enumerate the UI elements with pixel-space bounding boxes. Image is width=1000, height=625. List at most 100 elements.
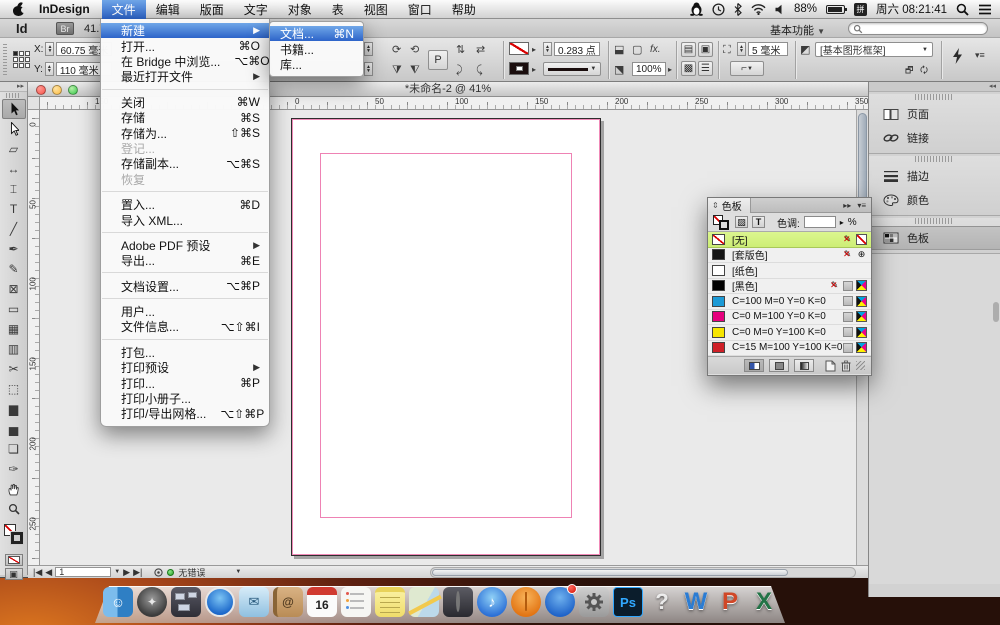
swatch-row[interactable]: [纸色] (708, 263, 871, 279)
menu-item[interactable]: 关闭⌘W (101, 95, 269, 110)
vertical-ruler[interactable]: 050100150200250 (28, 110, 40, 565)
menu-item[interactable]: 用户... (101, 304, 269, 319)
dock-app-ibooks[interactable] (511, 587, 541, 617)
dock-app-itunes[interactable]: ♪ (477, 587, 507, 617)
gradient-feather-tool[interactable]: ▅ (2, 419, 26, 439)
type-tool[interactable]: T (2, 199, 26, 219)
reference-point-proxy[interactable] (13, 51, 30, 68)
page-tool[interactable]: ▱ (2, 139, 26, 159)
submenu-item[interactable]: 书籍... (270, 41, 363, 56)
panel-button-色板[interactable]: 色板 (869, 226, 1000, 250)
proxy-point[interactable] (13, 51, 18, 56)
menu-item[interactable]: 在 Bridge 中浏览...⌥⌘O (101, 54, 269, 69)
menubar-item-视图[interactable]: 视图 (354, 0, 398, 19)
dock-app-launchpad[interactable]: ✦ (137, 587, 167, 617)
proxy-point[interactable] (25, 51, 30, 56)
swatch-row[interactable]: [黑色]✎ (708, 279, 871, 295)
preflight-status[interactable]: 无错误 (178, 566, 205, 579)
dock-app-powerpoint[interactable]: P (715, 587, 745, 617)
menubar-item-文件[interactable]: 文件 (102, 0, 146, 19)
dock-app-calendar[interactable]: 16 (307, 587, 337, 617)
menubar-item-表[interactable]: 表 (322, 0, 354, 19)
tint-arrow[interactable]: ▸ (840, 218, 844, 227)
x-stepper[interactable]: ▲▼ (45, 42, 54, 56)
wrap-none-button[interactable]: ▤ (681, 42, 696, 57)
previous-page-button[interactable]: ◀ (45, 567, 52, 578)
dock-app-photoshop[interactable]: Ps (613, 587, 643, 617)
wifi-icon[interactable] (751, 4, 766, 15)
delete-swatch-icon[interactable] (841, 360, 851, 372)
qq-icon[interactable] (690, 2, 703, 16)
panel-collapse-icon[interactable]: ▸▸ (843, 201, 851, 210)
rotate-cw-icon[interactable]: ⟳ (392, 45, 401, 56)
dock-app-missing-app[interactable]: ? (647, 587, 677, 617)
apply-none-button[interactable] (5, 554, 23, 566)
time-machine-icon[interactable] (712, 3, 725, 16)
proxy-point[interactable] (25, 57, 30, 62)
note-tool[interactable]: ❏ (2, 439, 26, 459)
menu-item[interactable]: 文件信息...⌥⇧⌘I (101, 319, 269, 334)
ruler-corner[interactable] (28, 97, 40, 110)
pen-tool[interactable]: ✒ (2, 239, 26, 259)
fill-stroke-proxy[interactable] (0, 522, 27, 552)
menu-item[interactable]: 存储为...⇧⌘S (101, 125, 269, 140)
minimize-window-button[interactable] (52, 85, 62, 95)
tab-swatches[interactable]: ⇕色板 (708, 198, 751, 213)
rotate-90cw-icon[interactable]: ⤸ (456, 65, 463, 76)
wrap-bounding-box-button[interactable]: ▣ (698, 42, 713, 57)
menu-item[interactable]: 打印/导出网格...⌥⇧⌘P (101, 406, 269, 421)
search-input[interactable] (848, 22, 988, 35)
style-new-icon[interactable]: 🗗 (905, 66, 913, 75)
menu-item[interactable]: 导入 XML... (101, 212, 269, 227)
menu-item[interactable]: 置入...⌘D (101, 197, 269, 212)
stroke-swatch[interactable] (509, 42, 529, 55)
menu-item[interactable]: 最近打开文件▶ (101, 69, 269, 84)
line-tool[interactable]: ╱ (2, 219, 26, 239)
page[interactable] (291, 118, 601, 556)
dock-app-mail[interactable]: ✉ (239, 587, 269, 617)
rotate-ccw-icon[interactable]: ⟲ (410, 45, 419, 56)
scissors-tool[interactable]: ✂ (2, 359, 26, 379)
stroke-weight-stepper[interactable]: ▲▼ (543, 42, 552, 56)
wrap-offset-field[interactable]: 5 毫米 (748, 42, 788, 56)
dock-app-finder[interactable]: ☺ (103, 587, 133, 617)
tint-field[interactable] (804, 216, 836, 228)
corner-options-dropdown[interactable]: ⌐ ▼ (730, 61, 764, 76)
object-style-dropdown[interactable]: [基本图形框架]▼ (815, 42, 933, 57)
swatch-row[interactable]: C=15 M=100 Y=100 K=0 (708, 341, 871, 357)
page-number-field[interactable]: 1 (55, 567, 111, 577)
select-content-icon[interactable]: ▢ (632, 45, 642, 56)
show-gradient-swatches-button[interactable] (794, 359, 814, 372)
flip-horizontal-icon[interactable]: ⇄ (476, 45, 485, 56)
panel-grip[interactable] (3, 44, 7, 76)
menu-item[interactable]: Adobe PDF 预设▶ (101, 238, 269, 253)
tools-panel-grip[interactable] (6, 93, 21, 98)
fill-stroke-proxy-small[interactable] (713, 215, 731, 230)
menu-item[interactable]: 存储副本...⌥⌘S (101, 156, 269, 171)
dock-app-safari[interactable] (205, 587, 235, 617)
gradient-swatch-tool[interactable]: ▆ (2, 399, 26, 419)
submenu-item[interactable]: 库... (270, 57, 363, 72)
style-clear-icon[interactable]: 🗘 (920, 66, 928, 75)
menu-item[interactable]: 打开...⌘O (101, 38, 269, 53)
menu-item[interactable]: 打印小册子... (101, 391, 269, 406)
swatch-row[interactable]: C=100 M=0 Y=0 K=0 (708, 294, 871, 310)
proxy-point[interactable] (19, 63, 24, 68)
menu-item[interactable]: 打印...⌘P (101, 375, 269, 390)
gap-tool[interactable]: ↔ (2, 159, 26, 179)
bluetooth-icon[interactable] (734, 3, 742, 16)
direct-selection-tool[interactable] (2, 119, 26, 139)
swatch-row[interactable]: [无]✎ (708, 232, 871, 248)
panel-menu-icon[interactable]: ▾≡ (975, 51, 985, 60)
workspace-switcher[interactable]: 基本功能 ▼ (770, 22, 825, 38)
panel-group-grip[interactable] (915, 218, 954, 224)
menubar-item-文字[interactable]: 文字 (234, 0, 278, 19)
dock-app-photo-booth[interactable] (443, 587, 473, 617)
menubar-item-帮助[interactable]: 帮助 (442, 0, 486, 19)
menu-item[interactable]: 登记... (101, 141, 269, 156)
stroke-style-dropdown[interactable]: ▼ (543, 62, 601, 76)
stroke-proxy-swatch[interactable] (11, 532, 23, 544)
horizontal-scrollbar[interactable] (430, 567, 856, 578)
submenu-item[interactable]: 文档...⌘N (270, 26, 363, 41)
menu-item[interactable]: 新建▶ (101, 23, 269, 38)
